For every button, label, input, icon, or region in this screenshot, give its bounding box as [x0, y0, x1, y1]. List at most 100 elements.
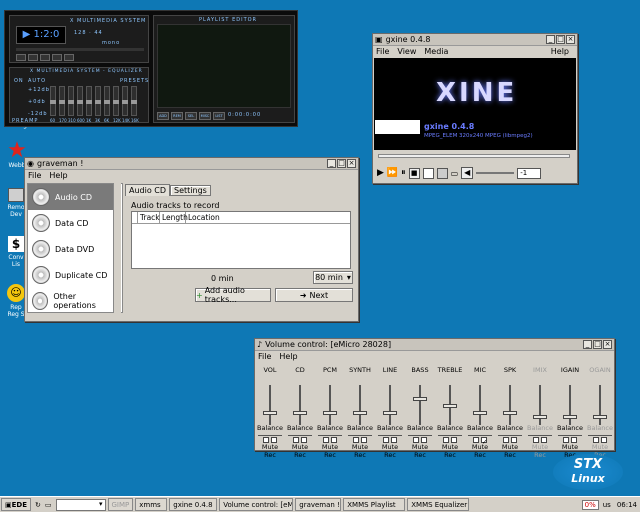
task-xmms-equalizer[interactable]: XMMS Equalizer: [407, 498, 470, 511]
capacity-select[interactable]: 80 min ▾: [313, 271, 353, 284]
menu-help[interactable]: Help: [551, 47, 569, 56]
volume-slider[interactable]: [406, 374, 434, 425]
maximize-button[interactable]: □: [337, 159, 346, 168]
next-icon[interactable]: [64, 54, 74, 61]
sidebar-item[interactable]: Duplicate CD: [28, 262, 114, 288]
menu-file[interactable]: File: [258, 352, 271, 361]
snapshot-icon[interactable]: [422, 167, 434, 179]
task-volume[interactable]: Volume control: [eM: [219, 498, 294, 511]
sidebar-item[interactable]: Data DVD: [28, 236, 114, 262]
workspace-select[interactable]: ▾: [55, 498, 106, 511]
column-length[interactable]: Length: [160, 212, 188, 223]
menu-media[interactable]: Media: [424, 47, 448, 56]
balance-slider[interactable]: [438, 433, 462, 436]
menu-view[interactable]: View: [397, 47, 416, 56]
gxine-titlebar[interactable]: ▣ gxine 0.4.8 _ □ ×: [373, 34, 577, 46]
menu-help[interactable]: Help: [279, 352, 297, 361]
minimize-button[interactable]: _: [546, 35, 555, 44]
volume-slider[interactable]: [256, 374, 284, 425]
settings-icon[interactable]: ▭: [451, 169, 459, 178]
close-button[interactable]: ×: [347, 159, 356, 168]
balance-slider[interactable]: [258, 433, 282, 436]
column-location[interactable]: Location: [186, 212, 350, 223]
balance-slider[interactable]: [408, 433, 432, 436]
eq-band-slider[interactable]: [131, 86, 137, 116]
balance-slider[interactable]: [588, 433, 612, 436]
eq-band-slider[interactable]: [122, 86, 128, 116]
balance-slider[interactable]: [378, 433, 402, 436]
tab-settings[interactable]: Settings: [170, 185, 211, 196]
close-button[interactable]: ×: [603, 340, 612, 349]
eq-band-slider[interactable]: [59, 86, 65, 116]
fullscreen-icon[interactable]: [436, 167, 448, 179]
terminal-icon[interactable]: ▭: [45, 501, 52, 509]
volume-slider[interactable]: [586, 374, 614, 425]
stop-icon[interactable]: ■: [408, 167, 420, 179]
task-xmms-playlist[interactable]: XMMS Playlist: [343, 498, 406, 511]
quicklaunch-icon[interactable]: ↻: [35, 501, 41, 509]
volume-slider[interactable]: [286, 374, 314, 425]
menu-file[interactable]: File: [376, 47, 389, 56]
eq-band-slider[interactable]: [86, 86, 92, 116]
pause-icon[interactable]: ⏸: [401, 168, 406, 178]
maximize-button[interactable]: □: [593, 340, 602, 349]
balance-slider[interactable]: [318, 433, 342, 436]
volume-slider[interactable]: [436, 374, 464, 425]
balance-slider[interactable]: [558, 433, 582, 436]
tab-audio-cd[interactable]: Audio CD: [125, 184, 171, 196]
maximize-button[interactable]: □: [556, 35, 565, 44]
volume-slider[interactable]: [526, 374, 554, 425]
column-track[interactable]: Track: [138, 212, 160, 223]
sidebar-scrollbar[interactable]: [113, 183, 121, 313]
balance-slider[interactable]: [498, 433, 522, 436]
volume-titlebar[interactable]: ♪ Volume control: [eMicro 28028] _ □ ×: [255, 339, 614, 351]
volume-slider[interactable]: [466, 374, 494, 425]
start-button[interactable]: ▣ EDE: [1, 498, 31, 511]
add-audio-tracks-button[interactable]: + Add audio tracks...: [195, 286, 271, 304]
graveman-titlebar[interactable]: ◉ graveman ! _ □ ×: [25, 158, 358, 170]
balance-slider[interactable]: [528, 433, 552, 436]
volume-slider[interactable]: [476, 172, 515, 174]
balance-slider[interactable]: [288, 433, 312, 436]
gxine-seek-bar[interactable]: [378, 154, 570, 158]
eq-band-slider[interactable]: [104, 86, 110, 116]
prev-icon[interactable]: [16, 54, 26, 61]
eq-on-button[interactable]: ON: [14, 78, 24, 84]
eq-auto-button[interactable]: AUTO: [28, 78, 46, 84]
playlist-button[interactable]: LIST: [213, 112, 225, 120]
next-button[interactable]: ➜ Next: [275, 288, 353, 302]
eq-band-slider[interactable]: [50, 86, 56, 116]
volume-slider[interactable]: [316, 374, 344, 425]
task-gxine[interactable]: gxine 0.4.8: [169, 498, 218, 511]
minimize-button[interactable]: _: [327, 159, 336, 168]
playlist-button[interactable]: MISC: [199, 112, 211, 120]
video-area[interactable]: XINE gxine 0.4.8 MPEG_ELEM 320x240 MPEG …: [374, 58, 576, 150]
close-button[interactable]: ×: [566, 35, 575, 44]
speaker-icon[interactable]: ◀: [461, 167, 474, 179]
sidebar-item[interactable]: Data CD: [28, 210, 114, 236]
eq-band-slider[interactable]: [77, 86, 83, 116]
tracks-table[interactable]: Track Length Location: [131, 211, 351, 269]
play-icon[interactable]: ▶: [377, 168, 384, 178]
fast-forward-icon[interactable]: ⏩: [387, 168, 398, 178]
sidebar-item[interactable]: Other operations: [28, 288, 114, 314]
eq-presets-button[interactable]: PRESETS: [120, 78, 149, 84]
playlist-button[interactable]: REM: [171, 112, 183, 120]
volume-slider[interactable]: [496, 374, 524, 425]
task-xmms[interactable]: xmms: [135, 498, 168, 511]
menu-help[interactable]: Help: [49, 171, 67, 180]
stop-icon[interactable]: [52, 54, 62, 61]
eq-band-slider[interactable]: [95, 86, 101, 116]
playlist-area[interactable]: [157, 24, 291, 108]
channel-spinner[interactable]: -1: [517, 167, 542, 179]
volume-slider[interactable]: [556, 374, 584, 425]
eq-band-slider[interactable]: [68, 86, 74, 116]
balance-slider[interactable]: [468, 433, 492, 436]
volume-slider[interactable]: [376, 374, 404, 425]
minimize-button[interactable]: _: [583, 340, 592, 349]
volume-slider[interactable]: [346, 374, 374, 425]
task-graveman[interactable]: graveman !: [295, 498, 342, 511]
xmms-seek-bar[interactable]: [16, 48, 144, 51]
keyboard-layout[interactable]: us: [603, 501, 611, 509]
task-gimp[interactable]: GIMP: [107, 498, 134, 511]
